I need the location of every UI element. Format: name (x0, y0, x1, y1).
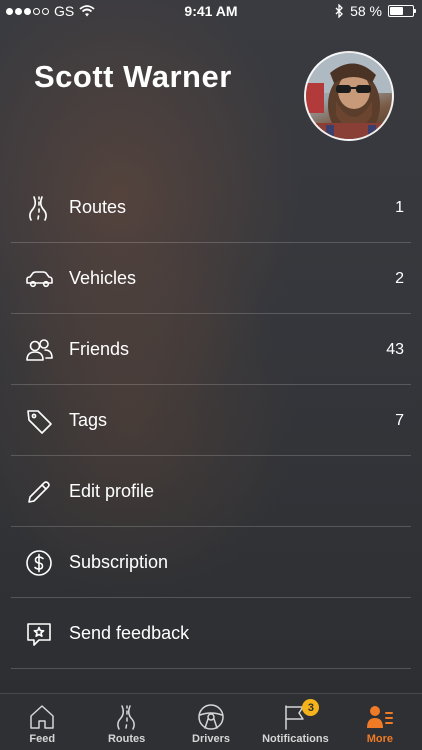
friends-icon (24, 335, 54, 365)
menu-item-send-feedback[interactable]: Send feedback (0, 598, 422, 669)
menu-item-subscription[interactable]: Subscription (0, 527, 422, 598)
menu-item-routes[interactable]: Routes 1 (0, 172, 422, 243)
dollar-icon (24, 548, 54, 578)
menu-count: 2 (395, 269, 404, 287)
menu-item-vehicles[interactable]: Vehicles 2 (0, 243, 422, 314)
menu-count: 7 (395, 411, 404, 429)
profile-menu: Routes 1 Vehicles 2 Friends 43 Tags 7 Ed… (0, 172, 422, 669)
avatar-photo (306, 53, 392, 139)
status-bar: GS 9:41 AM 58 % (0, 0, 422, 24)
home-icon (28, 703, 56, 731)
pencil-icon (24, 477, 54, 507)
tab-label: Notifications (262, 733, 329, 745)
routes-icon (24, 193, 54, 223)
tab-more[interactable]: More (338, 694, 422, 750)
menu-label: Tags (69, 410, 108, 430)
tab-label: Feed (29, 733, 56, 745)
tab-feed[interactable]: Feed (0, 694, 84, 750)
menu-label: Routes (69, 197, 127, 217)
menu-item-edit-profile[interactable]: Edit profile (0, 456, 422, 527)
tab-bar: Feed Routes Drivers 3 Notifications More (0, 693, 422, 750)
battery-icon (388, 5, 416, 17)
tab-routes[interactable]: Routes (84, 694, 168, 750)
menu-item-friends[interactable]: Friends 43 (0, 314, 422, 385)
flag-icon: 3 (281, 699, 320, 731)
menu-item-tags[interactable]: Tags 7 (0, 385, 422, 456)
menu-label: Subscription (69, 552, 169, 572)
routes-icon (113, 703, 141, 731)
avatar[interactable] (304, 51, 394, 141)
menu-label: Edit profile (69, 481, 155, 501)
car-icon (24, 264, 54, 294)
profile-name: Scott Warner (34, 59, 232, 94)
feedback-icon (24, 619, 54, 649)
tab-label: Drivers (192, 733, 230, 745)
tab-notifications[interactable]: 3 Notifications (253, 694, 337, 750)
tag-icon (24, 406, 54, 436)
steering-wheel-icon (197, 703, 225, 731)
bluetooth-icon (335, 4, 343, 18)
menu-label: Vehicles (69, 268, 137, 288)
menu-count: 43 (386, 340, 404, 358)
tab-label: Routes (107, 733, 146, 745)
menu-count: 1 (395, 198, 404, 216)
battery-percent: 58 % (350, 3, 382, 19)
notification-badge: 3 (302, 699, 320, 716)
tab-label: More (366, 733, 393, 745)
menu-label: Send feedback (69, 623, 190, 643)
person-list-icon (366, 703, 394, 731)
menu-label: Friends (69, 339, 130, 359)
tab-drivers[interactable]: Drivers (169, 694, 253, 750)
